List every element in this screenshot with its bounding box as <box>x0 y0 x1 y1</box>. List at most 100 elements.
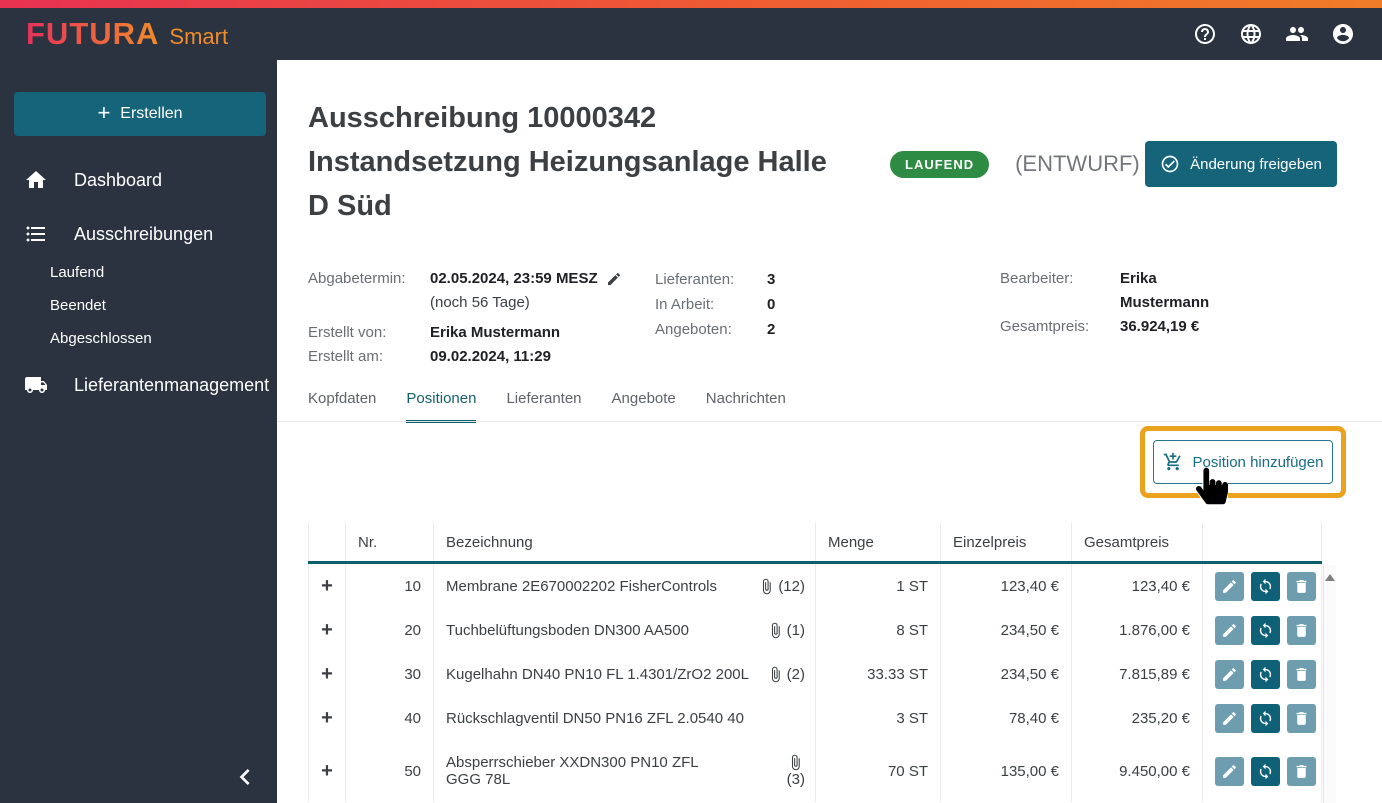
position-description: Kugelhahn DN40 PN10 FL 1.4301/ZrO2 200L <box>446 665 749 683</box>
pencil-icon <box>1223 711 1236 725</box>
edit-position-button[interactable] <box>1215 703 1244 733</box>
trash-icon <box>1296 711 1307 725</box>
sidebar-item-beendet[interactable]: Beendet <box>50 289 277 322</box>
annotation-highlight: Position hinzufügen <box>1140 426 1346 498</box>
sidebar-collapse-button[interactable] <box>229 761 261 793</box>
tab-nachrichten[interactable]: Nachrichten <box>706 390 786 423</box>
refresh-icon <box>1259 578 1272 594</box>
offers-value: 2 <box>767 321 776 338</box>
refresh-icon <box>1259 763 1272 779</box>
delete-position-button[interactable] <box>1287 571 1316 601</box>
approve-change-button[interactable]: Änderung freigeben <box>1145 141 1337 187</box>
in-progress-value: 0 <box>767 296 776 313</box>
position-nr: 50 <box>346 740 434 802</box>
attachments-chip[interactable]: (3) <box>787 754 805 788</box>
created-by-label: Erstellt von: <box>308 324 387 341</box>
app-logo: FUTURA Smart <box>26 16 228 52</box>
position-gesamtpreis: 7.815,89 € <box>1072 652 1203 696</box>
header-gesamtpreis: Gesamtpreis <box>1072 523 1203 561</box>
position-nr: 40 <box>346 696 434 740</box>
attachments-chip[interactable]: (1) <box>767 622 805 639</box>
scroll-up-icon[interactable] <box>1325 574 1335 581</box>
meta-editor: Bearbeiter: Erika Mustermann Gesamtpreis… <box>1000 267 1209 339</box>
table-row: + 30 Kugelhahn DN40 PN10 FL 1.4301/ZrO2 … <box>308 652 1322 696</box>
expand-row-button[interactable]: + <box>308 564 346 608</box>
position-menge: 1 ST <box>816 564 941 608</box>
table-scrollbar[interactable] <box>1323 565 1336 803</box>
home-icon <box>26 171 46 188</box>
pencil-icon <box>1223 579 1236 593</box>
sidebar-item-ausschreibungen[interactable]: Ausschreibungen <box>0 212 277 256</box>
check-circle-icon <box>1161 155 1179 173</box>
position-description: Absperrschieber XXDN300 PN10 ZFL GGG 78L <box>446 754 699 788</box>
user-groups-icon[interactable] <box>1284 21 1310 47</box>
top-accent-bar <box>0 0 1382 8</box>
attachments-chip[interactable]: (2) <box>767 666 805 683</box>
expand-row-button[interactable]: + <box>308 652 346 696</box>
attachment-count: (2) <box>786 665 805 683</box>
refresh-position-button[interactable] <box>1251 571 1280 601</box>
refresh-position-button[interactable] <box>1251 615 1280 645</box>
table-row: + 50 Absperrschieber XXDN300 PN10 ZFL GG… <box>308 740 1322 802</box>
sidebar-item-label: Ausschreibungen <box>74 223 214 244</box>
paperclip-icon <box>763 578 772 594</box>
edit-position-button[interactable] <box>1215 571 1244 601</box>
sidebar-subnav: Laufend Beendet Abgeschlossen <box>0 256 277 355</box>
position-einzelpreis: 123,40 € <box>941 564 1072 608</box>
edit-position-button[interactable] <box>1215 756 1244 786</box>
appbar-actions <box>1192 21 1356 47</box>
position-menge: 8 ST <box>816 608 941 652</box>
create-button[interactable]: + Erstellen <box>14 92 266 136</box>
expand-row-button[interactable]: + <box>308 608 346 652</box>
sidebar-item-laufend[interactable]: Laufend <box>50 256 277 289</box>
offers-label: Angeboten: <box>655 321 732 338</box>
attachments-chip[interactable]: (12) <box>758 578 805 595</box>
chevron-left-icon <box>239 769 250 785</box>
approve-change-label: Änderung freigeben <box>1190 155 1322 173</box>
expand-row-button[interactable]: + <box>308 696 346 740</box>
add-position-label: Position hinzufügen <box>1192 453 1324 471</box>
tab-lieferanten[interactable]: Lieferanten <box>506 390 581 423</box>
main-content: Ausschreibung 10000342 Instandsetzung He… <box>277 60 1382 803</box>
pencil-icon <box>1223 667 1236 681</box>
position-gesamtpreis: 9.450,00 € <box>1072 740 1203 802</box>
position-nr: 30 <box>346 652 434 696</box>
status-badge: LAUFEND <box>890 150 990 178</box>
attachment-count: (12) <box>778 577 805 595</box>
position-menge: 33.33 ST <box>816 652 941 696</box>
refresh-position-button[interactable] <box>1251 659 1280 689</box>
refresh-position-button[interactable] <box>1251 756 1280 786</box>
delete-position-button[interactable] <box>1287 659 1316 689</box>
tab-bar: Kopfdaten Positionen Lieferanten Angebot… <box>308 390 786 423</box>
delete-position-button[interactable] <box>1287 756 1316 786</box>
account-icon[interactable] <box>1330 21 1356 47</box>
sidebar-item-abgeschlossen[interactable]: Abgeschlossen <box>50 322 277 355</box>
paperclip-icon <box>771 622 780 638</box>
edit-position-button[interactable] <box>1215 615 1244 645</box>
refresh-icon <box>1259 710 1272 726</box>
position-nr: 20 <box>346 608 434 652</box>
add-position-button[interactable]: Position hinzufügen <box>1153 440 1333 484</box>
help-icon[interactable] <box>1192 21 1218 47</box>
sidebar-item-dashboard[interactable]: Dashboard <box>0 158 277 202</box>
position-einzelpreis: 78,40 € <box>941 696 1072 740</box>
tab-angebote[interactable]: Angebote <box>612 390 676 423</box>
position-description: Tuchbelüftungsboden DN300 AA500 <box>446 621 689 639</box>
edit-position-button[interactable] <box>1215 659 1244 689</box>
edit-deadline-icon[interactable] <box>606 271 622 287</box>
delete-position-button[interactable] <box>1287 703 1316 733</box>
tab-kopfdaten[interactable]: Kopfdaten <box>308 390 376 423</box>
add-cart-icon <box>1163 452 1181 471</box>
attachment-count: (3) <box>786 771 805 788</box>
expand-row-button[interactable]: + <box>308 740 346 802</box>
editor-label: Bearbeiter: <box>1000 270 1074 287</box>
language-globe-icon[interactable] <box>1238 21 1264 47</box>
meta-dates: Abgabetermin: 02.05.2024, 23:59 MESZ (no… <box>308 267 668 369</box>
refresh-position-button[interactable] <box>1251 703 1280 733</box>
delete-position-button[interactable] <box>1287 615 1316 645</box>
tab-positionen[interactable]: Positionen <box>406 390 477 423</box>
sidebar-item-lieferantenmanagement[interactable]: Lieferantenmanagement <box>0 363 277 407</box>
truck-icon <box>25 377 47 393</box>
table-row: + 20 Tuchbelüftungsboden DN300 AA500 (1)… <box>308 608 1322 652</box>
position-menge: 70 ST <box>816 740 941 802</box>
